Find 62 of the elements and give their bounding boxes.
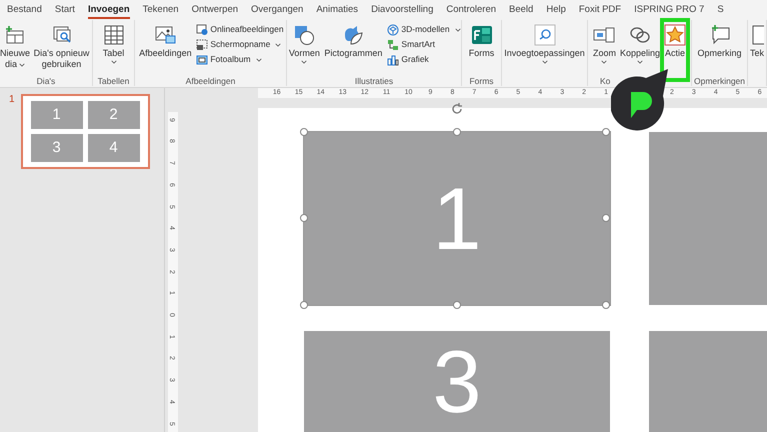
bird-leaf-icon — [342, 24, 364, 46]
new-slide-icon — [4, 24, 26, 46]
ribbon-tab[interactable]: Tekenen — [142, 2, 179, 19]
ribbon-button[interactable]: 3D-modellen — [387, 22, 461, 37]
shape-text: 3 — [432, 337, 482, 427]
thumbnail-shape: 1 — [30, 101, 83, 129]
ribbon-tab[interactable]: Start — [54, 2, 75, 19]
resize-handle[interactable] — [602, 301, 610, 309]
bar-chart-icon — [387, 54, 400, 66]
ribbon-button[interactable]: Koppeling — [619, 20, 661, 80]
ribbon-tab[interactable]: Diavoorstelling — [371, 2, 434, 19]
rotate-handle-icon[interactable] — [450, 102, 464, 116]
group-label: Opmerkingen — [694, 76, 746, 86]
group-label: Forms — [469, 76, 494, 86]
speech-bubble-marker-icon — [611, 68, 671, 132]
thumbnail-shape: 4 — [88, 134, 140, 162]
photo-album-icon — [196, 54, 208, 66]
resize-handle[interactable] — [602, 214, 610, 222]
ribbon-button[interactable]: SmartArt — [387, 37, 461, 52]
text-box-icon — [750, 24, 764, 46]
ribbon-tab[interactable]: Help — [546, 2, 566, 19]
ribbon-tab[interactable]: S — [717, 2, 724, 19]
thumbnail-shape: 2 — [88, 101, 140, 129]
ribbon-tab[interactable]: Beeld — [509, 2, 534, 19]
thumbnail-shape: 3 — [30, 134, 83, 162]
ribbon-tab[interactable]: ISPRING PRO 7 — [634, 2, 704, 19]
group-label: Dia's — [36, 76, 56, 86]
table-icon — [102, 24, 124, 46]
resize-handle[interactable] — [300, 301, 308, 309]
cube-icon — [387, 24, 400, 36]
ribbon-button[interactable]: Fotoalbum — [196, 52, 284, 67]
screenshot-icon — [196, 38, 208, 50]
slide-number: 1 — [9, 94, 15, 106]
ribbon-tab[interactable]: Foxit PDF — [578, 2, 622, 19]
ribbon-tab[interactable]: Controleren — [446, 2, 496, 19]
shapes-icon — [293, 24, 316, 46]
forms-icon — [470, 24, 492, 46]
group-label: Illustraties — [354, 76, 394, 86]
resize-handle[interactable] — [300, 214, 308, 222]
resize-handle[interactable] — [300, 128, 308, 136]
group-label: Ko — [600, 76, 610, 86]
online-image-icon — [196, 24, 208, 36]
resize-handle[interactable] — [602, 128, 610, 136]
image-icon — [154, 24, 176, 46]
ribbon-button[interactable]: Actie — [662, 20, 688, 80]
shape-text: 1 — [432, 174, 482, 264]
ribbon-tab[interactable]: Overgangen — [251, 2, 304, 19]
ribbon-tab[interactable]: Animaties — [316, 2, 358, 19]
ribbon-button[interactable]: Tek — [748, 20, 766, 80]
group-label: Tabellen — [98, 76, 130, 86]
ribbon-tab[interactable]: Bestand — [7, 2, 42, 19]
ribbon-button[interactable]: Onlineafbeeldingen — [196, 22, 284, 37]
ribbon-button[interactable]: Grafiek — [387, 52, 461, 67]
group-label: Afbeeldingen — [186, 76, 236, 86]
ribbon-tab[interactable]: Ontwerpen — [192, 2, 238, 19]
star-icon — [664, 24, 686, 46]
resize-handle[interactable] — [453, 301, 461, 309]
ribbon-button[interactable]: Schermopname — [196, 37, 284, 52]
ribbon-button[interactable]: Invoegtoepassingen — [504, 20, 586, 80]
resize-handle[interactable] — [453, 128, 461, 136]
ribbon-button[interactable]: Vormen — [287, 20, 322, 80]
ribbon-button[interactable]: Nieuwe dia — [0, 20, 30, 80]
